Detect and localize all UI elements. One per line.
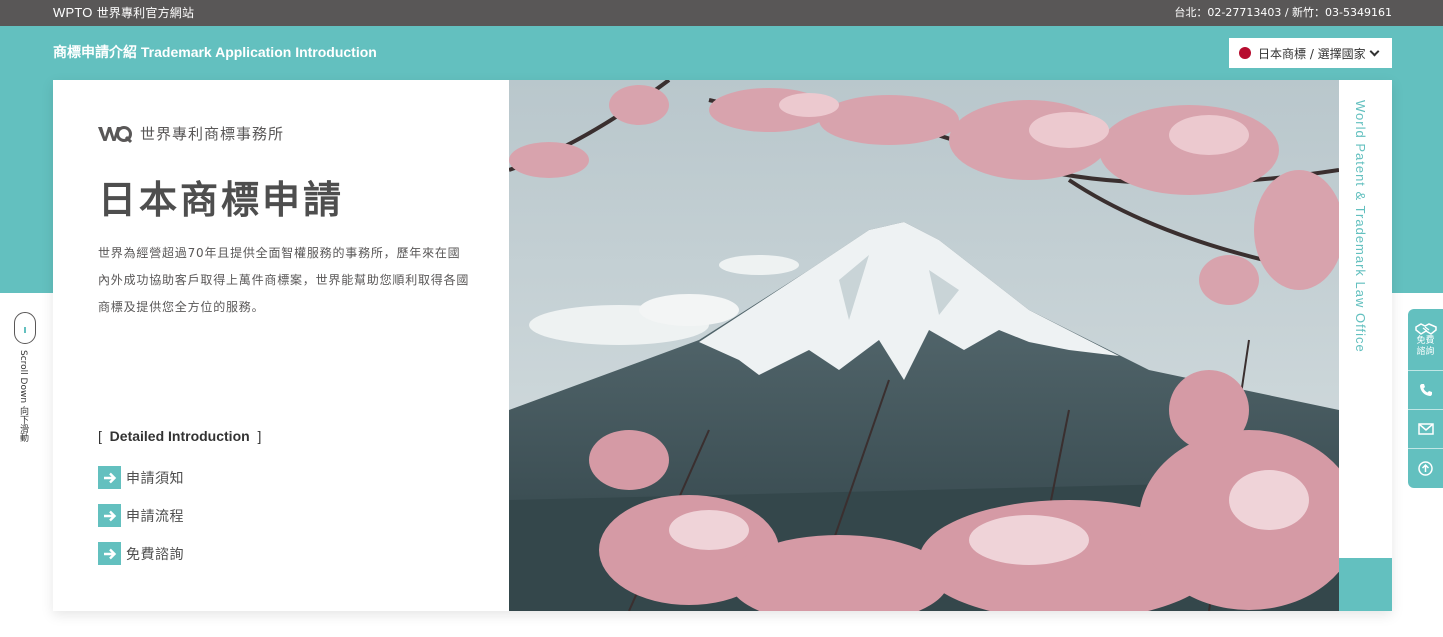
intro-card: 世界專利商標事務所 日本商標申請 世界為經營超過70年且提供全面智權服務的事務所… [53, 80, 1392, 611]
email-button[interactable] [1408, 410, 1443, 449]
site-name-label: 世界專利官方網站 [96, 6, 195, 20]
free-consult-button[interactable]: 免費諮詢 [1408, 309, 1443, 371]
country-select[interactable]: 日本商標 / 選擇國家 [1229, 38, 1392, 68]
link-label: 申請須知 [126, 470, 184, 487]
handshake-icon [1414, 322, 1437, 335]
detail-heading: [ Detailed Introduction ] [98, 428, 261, 444]
logo-mark-icon [98, 125, 132, 143]
link-label: 申請流程 [126, 508, 184, 525]
photo-illustration [509, 80, 1339, 611]
brand-abbr: WPTO [53, 5, 93, 20]
vertical-office-name: World Patent & Trademark Law Office [1353, 100, 1368, 353]
free-consult-label: 免費諮詢 [1416, 335, 1435, 357]
country-select-value: 日本商標 / 選擇國家 [1258, 46, 1366, 61]
phone-icon [1419, 384, 1432, 396]
mount-fuji-cherry-blossom-photo [509, 80, 1339, 611]
detail-links: 申請須知 申請流程 免費諮詢 [98, 466, 184, 580]
arrow-right-icon [98, 542, 121, 565]
logo-text: 世界專利商標事務所 [140, 125, 285, 143]
link-label: 免費諮詢 [126, 546, 184, 563]
logo[interactable]: 世界專利商標事務所 [98, 123, 284, 144]
mouse-wheel [24, 327, 26, 333]
bracket-close: ] [249, 428, 262, 444]
arrow-right-icon [98, 504, 121, 527]
page: WPTO 世界專利官方網站 台北：02-27713403 / 新竹：03-534… [0, 0, 1443, 637]
back-to-top-button[interactable] [1408, 449, 1443, 488]
arrow-right-icon [98, 466, 121, 489]
description: 世界為經營超過70年且提供全面智權服務的事務所，歷年來在國內外成功協助客戶取得上… [98, 246, 470, 314]
scroll-down-label: Scroll Down 向下滑動 [18, 350, 28, 442]
page-title: 日本商標申請 [98, 178, 345, 222]
arrow-up-icon [1418, 461, 1433, 476]
detail-heading-label: Detailed Introduction [109, 428, 250, 444]
phone-button[interactable] [1408, 371, 1443, 410]
phone-numbers: 台北：02-27713403 / 新竹：03-5349161 [1174, 6, 1392, 19]
link-application-process[interactable]: 申請流程 [98, 504, 184, 527]
scroll-down[interactable]: Scroll Down 向下滑動 [14, 312, 36, 442]
scroll-label-en: Scroll Down [18, 350, 28, 404]
chevron-down-icon [1369, 46, 1380, 56]
top-bar: WPTO 世界專利官方網站 台北：02-27713403 / 新竹：03-534… [0, 0, 1443, 26]
section-title: 商標申請介紹 Trademark Application Introductio… [53, 44, 377, 60]
link-application-notes[interactable]: 申請須知 [98, 466, 184, 489]
teal-accent-block [1339, 558, 1392, 611]
site-name[interactable]: WPTO 世界專利官方網站 [53, 5, 194, 21]
floating-contact-bar: 免費諮詢 [1408, 309, 1443, 488]
mouse-icon [14, 312, 36, 344]
japan-flag-icon [1239, 47, 1251, 59]
scroll-label-zh: 向下滑動 [18, 405, 28, 442]
mail-icon [1417, 423, 1434, 435]
bracket-open: [ [98, 428, 110, 444]
link-free-consultation[interactable]: 免費諮詢 [98, 542, 184, 565]
